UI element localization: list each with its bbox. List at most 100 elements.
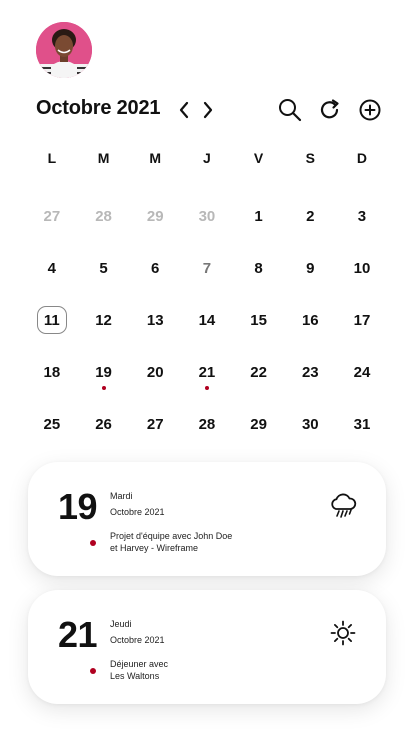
calendar-day-number: 30 [198,207,216,225]
calendar-day[interactable]: 27 [129,406,181,442]
add-event-button[interactable] [356,96,384,124]
chevron-left-icon [179,101,189,119]
plus-circle-icon [359,99,381,121]
calendar-day[interactable]: 29 [233,406,285,442]
calendar-day-number: 27 [146,415,164,433]
calendar-day-number: 30 [301,415,319,433]
next-month-button[interactable] [198,98,218,122]
calendar-day[interactable]: 23 [284,354,336,390]
calendar-day-number: 14 [198,311,216,329]
person-avatar-image [36,22,92,78]
event-description-line: Les Waltons [110,671,160,681]
calendar-day-number: 6 [151,259,160,277]
calendar-day[interactable]: 5 [78,250,130,286]
calendar-day[interactable]: 4 [26,250,78,286]
calendar-day-number: 5 [99,259,108,277]
calendar-day-number: 24 [353,363,371,381]
weekday-label: M [97,150,110,166]
event-card[interactable]: 19 Mardi Octobre 2021 Projet d'équipe av… [28,462,386,576]
calendar-day[interactable]: 27 [26,198,78,234]
calendar-day-number: 21 [198,363,216,381]
event-description-line: Déjeuner avec [110,659,169,669]
calendar-day[interactable]: 30 [284,406,336,442]
calendar-day-today[interactable]: 11 [26,302,78,338]
event-day-number: 19 [58,486,98,527]
calendar-header: Octobre 2021 [36,96,382,124]
calendar-day-number: 27 [43,207,61,225]
calendar-day[interactable]: 25 [26,406,78,442]
calendar-day-number: 29 [146,207,164,225]
calendar-week-row: 27 28 29 30 1 2 3 [26,198,388,250]
weekday-label: D [356,150,368,166]
event-weekday: Jeudi [110,619,132,629]
event-description: Déjeuner avec Les Waltons [110,658,168,682]
refresh-icon [320,99,339,119]
calendar-day[interactable]: 31 [336,406,388,442]
calendar-day[interactable]: 10 [336,250,388,286]
calendar-week-row: 25 26 27 28 29 30 31 [26,406,388,458]
calendar-day[interactable]: 24 [336,354,388,390]
calendar-day[interactable]: 9 [284,250,336,286]
refresh-button[interactable] [316,96,344,124]
event-description: Projet d'équipe avec John Doe et Harvey … [110,530,232,554]
calendar-day[interactable]: 6 [129,250,181,286]
event-marker-dot [204,386,209,390]
calendar-day[interactable]: 14 [181,302,233,338]
calendar-day[interactable]: 13 [129,302,181,338]
search-icon [279,99,302,122]
weekday-label: V [253,150,264,166]
calendar-day[interactable]: 22 [233,354,285,390]
event-month: Octobre 2021 [110,507,165,517]
calendar-day[interactable]: 29 [129,198,181,234]
calendar-grid: L M M J V S D 27 28 29 30 1 2 3 4 5 6 7 8 9 10 11 12 13 1… [26,146,388,458]
calendar-day[interactable]: 16 [284,302,336,338]
event-month: Octobre 2021 [110,635,165,645]
weeks: 27 28 29 30 1 2 3 4 5 6 7 8 9 10 11 12 13 14 15 16 17 18 19 20 2… [26,198,388,458]
calendar-day-number: 12 [95,311,112,329]
weekday-label: L [47,150,57,166]
search-button[interactable] [276,96,304,124]
weekday-row: L M M J V S D [26,146,388,170]
calendar-day-number: 18 [43,363,61,381]
calendar-day-number: 2 [306,207,315,225]
calendar-day-number: 29 [250,415,267,433]
calendar-day[interactable]: 18 [26,354,78,390]
calendar-day-number: 9 [306,259,315,277]
calendar-day-number: 23 [301,363,319,381]
sun-icon [330,620,356,646]
calendar-day[interactable]: 28 [181,406,233,442]
event-marker-dot [101,386,106,390]
calendar-day[interactable]: 7 [181,250,233,286]
previous-month-button[interactable] [174,98,194,122]
calendar-day-number: 1 [254,207,263,225]
calendar-day[interactable]: 2 [284,198,336,234]
calendar-week-row: 4 5 6 7 8 9 10 [26,250,388,302]
calendar-day-number: 31 [353,415,371,433]
calendar-day[interactable]: 1 [233,198,285,234]
weather-indicator [328,618,358,648]
calendar-day[interactable]: 12 [78,302,130,338]
event-day-number: 21 [58,614,98,655]
calendar-day-number: 26 [95,415,112,433]
weather-indicator [328,490,358,520]
calendar-day[interactable]: 30 [181,198,233,234]
calendar-day[interactable]: 20 [129,354,181,390]
avatar[interactable] [36,22,92,78]
chevron-right-icon [203,101,213,119]
calendar-day[interactable]: 15 [233,302,285,338]
event-card[interactable]: 21 Jeudi Octobre 2021 Déjeuner avec Les … [28,590,386,704]
calendar-day[interactable]: 26 [78,406,130,442]
calendar-day-number: 7 [202,259,212,277]
calendar-day-number: 13 [146,311,164,329]
calendar-day[interactable]: 28 [78,198,130,234]
calendar-day-number: 15 [250,311,267,329]
event-indicator-dot [90,668,96,674]
calendar-day[interactable]: 3 [336,198,388,234]
calendar-day-number: 25 [43,415,61,433]
calendar-day[interactable]: 19 [78,354,130,390]
calendar-day[interactable]: 8 [233,250,285,286]
rain-cloud-icon [331,493,357,518]
calendar-day[interactable]: 17 [336,302,388,338]
calendar-week-row: 11 12 13 14 15 16 17 [26,302,388,354]
calendar-day[interactable]: 21 [181,354,233,390]
